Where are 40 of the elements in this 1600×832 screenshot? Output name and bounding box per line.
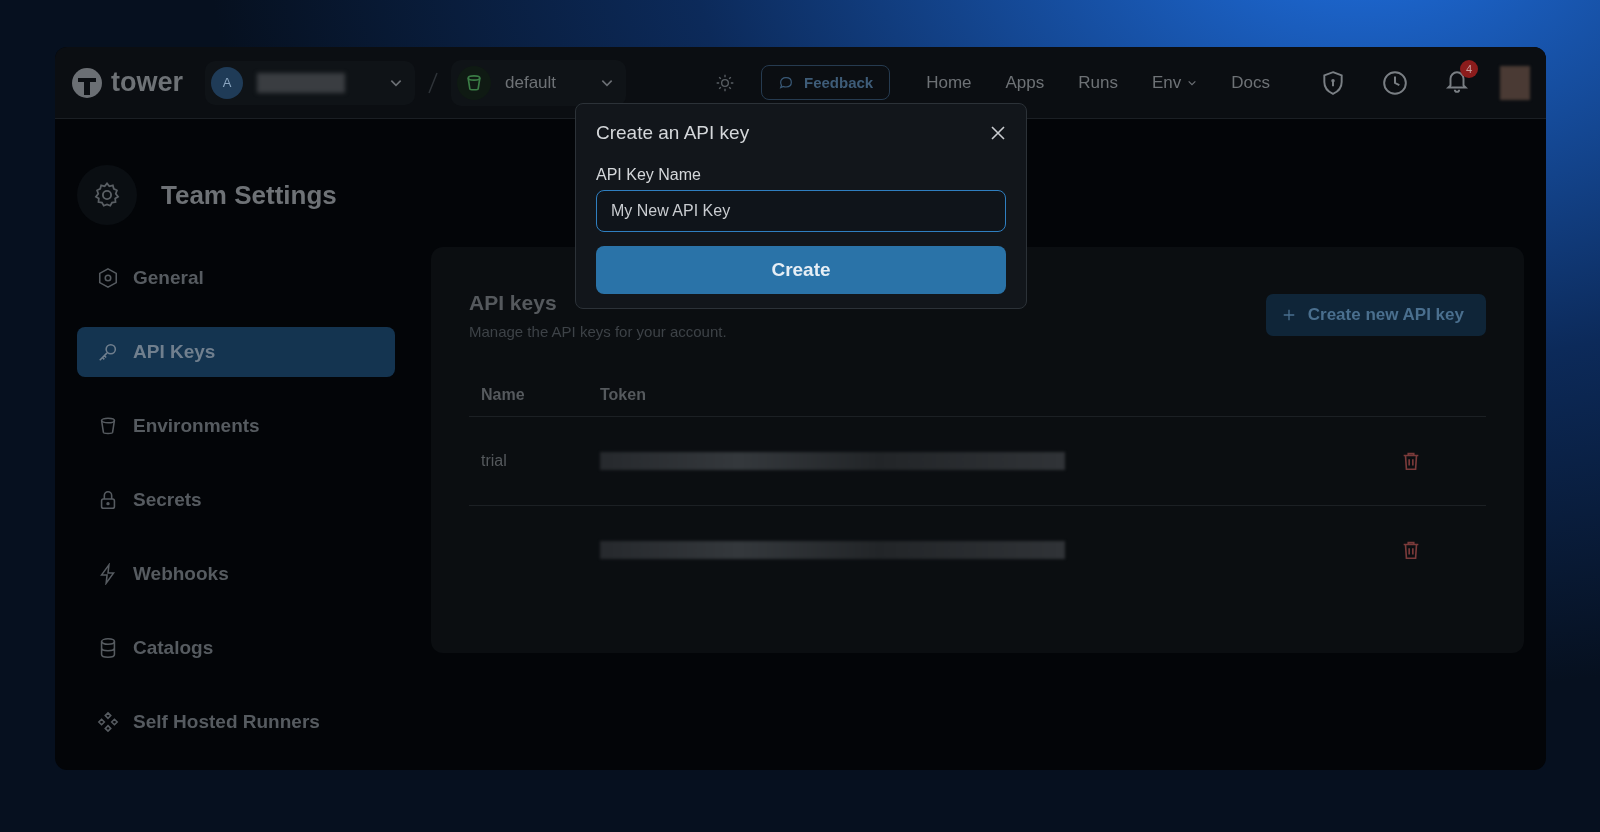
dialog-title: Create an API key (596, 122, 750, 144)
team-avatar: A (211, 66, 243, 99)
sun-icon[interactable] (714, 72, 735, 93)
section-title: API keys (469, 291, 558, 315)
column-header: Name (480, 386, 526, 404)
table-cell: trial (481, 452, 507, 469)
brand-name: tower (111, 67, 183, 98)
environment-switcher[interactable]: default (451, 59, 627, 106)
field-label: API Key Name (596, 166, 702, 184)
chat-bubble-icon (777, 74, 794, 91)
page-title: Team Settings (161, 179, 337, 211)
sidebar-item[interactable]: API Keys (77, 327, 395, 377)
logo-icon (71, 66, 103, 99)
nav-link[interactable]: Home (926, 72, 972, 93)
sidebar-item[interactable]: General (77, 253, 395, 303)
team-switcher[interactable]: A (205, 60, 415, 105)
column-header: Token (600, 386, 646, 404)
key-icon (97, 341, 119, 363)
nav-link[interactable]: Runs (1078, 72, 1118, 93)
shield-icon[interactable] (1320, 69, 1346, 96)
slash-icon (427, 70, 439, 95)
close-icon[interactable] (990, 125, 1006, 141)
nav-dropdown[interactable]: Env (1151, 72, 1198, 93)
sidebar-item[interactable]: Catalogs (77, 623, 395, 673)
create-button[interactable]: Create (596, 246, 1006, 294)
sidebar-item[interactable]: Secrets (77, 475, 395, 525)
diamonds-icon (97, 711, 119, 733)
sidebar-item[interactable]: Self Hosted Runners (77, 697, 395, 747)
plus-icon (1281, 308, 1296, 322)
feedback-button[interactable]: Feedback (760, 65, 891, 100)
clock-icon[interactable] (1382, 69, 1408, 96)
nav-link[interactable]: Apps (1005, 72, 1045, 93)
input-field[interactable]: My New API Key (596, 190, 1006, 232)
sidebar-item[interactable]: Webhooks (77, 549, 395, 599)
sidebar-item[interactable]: Environments (77, 401, 395, 451)
create-key-button[interactable]: Create new API key (1265, 294, 1486, 336)
nav-link[interactable]: Docs (1231, 72, 1270, 93)
hexagon-icon (97, 267, 119, 289)
bucket-icon (464, 72, 484, 93)
notification-badge: 4 (1460, 59, 1478, 78)
